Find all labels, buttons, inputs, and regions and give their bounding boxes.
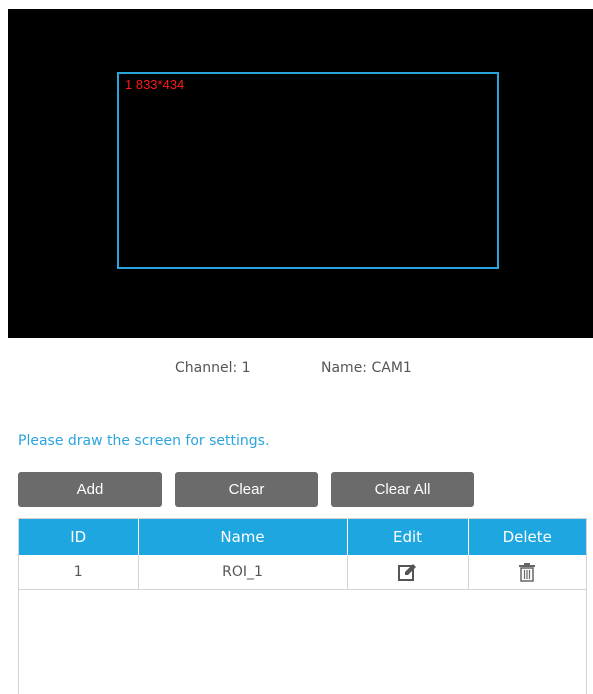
- draw-instruction: Please draw the screen for settings.: [18, 433, 270, 449]
- header-delete: Delete: [502, 528, 552, 546]
- header-edit: Edit: [347, 519, 469, 555]
- header-name: Name: [138, 519, 348, 555]
- row-name: ROI_1: [138, 555, 348, 589]
- table-row: 1 ROI_1: [19, 555, 586, 589]
- video-preview[interactable]: 1 833*434: [8, 9, 593, 338]
- channel-info: Channel: 1: [175, 360, 251, 376]
- add-button[interactable]: Add: [18, 472, 162, 507]
- row-edit-cell: [347, 555, 469, 589]
- roi-region[interactable]: 1 833*434: [117, 72, 499, 269]
- clear-all-button[interactable]: Clear All: [331, 472, 474, 507]
- row-delete-cell: [468, 555, 586, 589]
- row-id: 1: [19, 555, 139, 589]
- table-header-row: ID Name Edit Delete: [19, 519, 586, 555]
- roi-table: ID Name Edit Delete 1 ROI_1: [18, 518, 587, 694]
- camera-name-info: Name: CAM1: [321, 360, 412, 376]
- clear-button[interactable]: Clear: [175, 472, 318, 507]
- trash-icon[interactable]: [518, 562, 536, 582]
- header-id: ID: [19, 519, 139, 555]
- roi-settings-page: 1 833*434 Channel: 1 Name: CAM1 Please d…: [0, 0, 593, 694]
- roi-label: 1 833*434: [125, 77, 185, 92]
- edit-icon[interactable]: [397, 562, 419, 582]
